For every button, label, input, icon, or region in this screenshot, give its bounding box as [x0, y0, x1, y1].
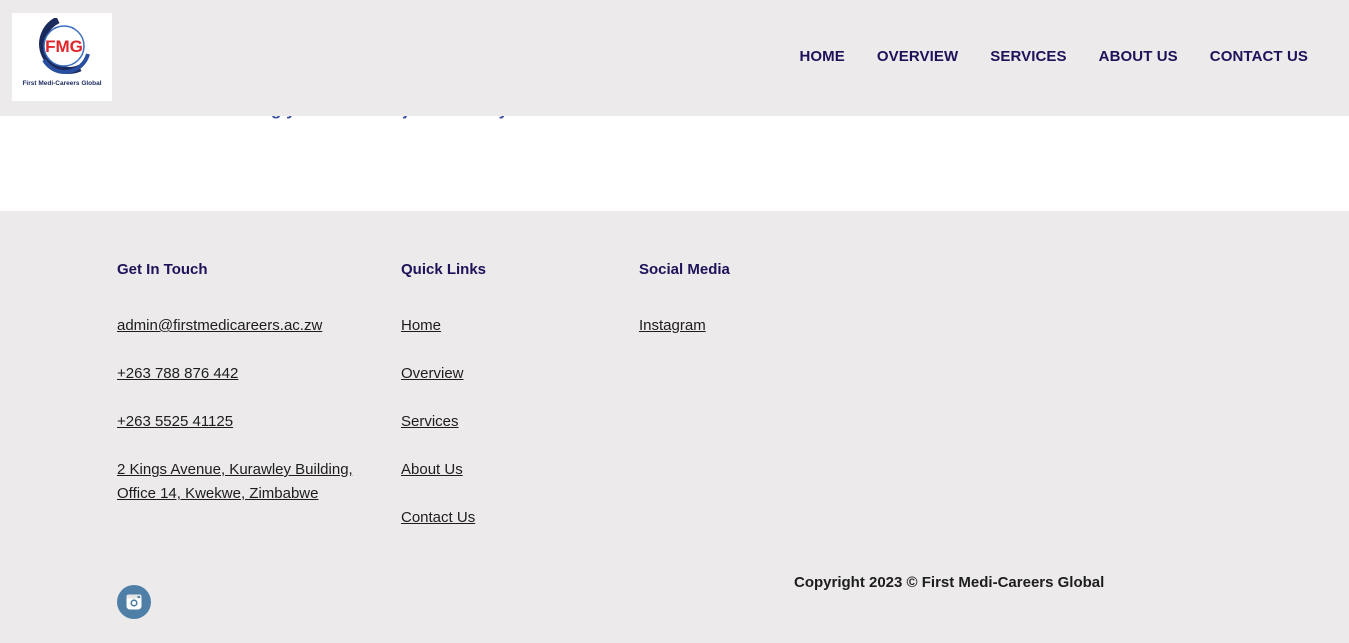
- contact-address-link[interactable]: 2 Kings Avenue, Kurawley Building, Offic…: [117, 458, 377, 506]
- social-heading: Social Media: [639, 261, 730, 278]
- nav-home[interactable]: HOME: [799, 48, 844, 65]
- footer-link-contact-us[interactable]: Contact Us: [401, 506, 486, 530]
- site-header: FMG First Medi-Careers Global HOME OVERV…: [0, 0, 1349, 116]
- site-logo[interactable]: FMG First Medi-Careers Global: [12, 13, 112, 101]
- nav-about-us[interactable]: ABOUT US: [1099, 48, 1178, 65]
- nav-overview[interactable]: OVERVIEW: [877, 48, 958, 65]
- main-nav: HOME OVERVIEW SERVICES ABOUT US CONTACT …: [799, 48, 1308, 65]
- contact-email-link[interactable]: admin@firstmedicareers.ac.zw: [117, 314, 377, 338]
- nav-contact-us[interactable]: CONTACT US: [1210, 48, 1308, 65]
- footer-link-services[interactable]: Services: [401, 410, 486, 434]
- logo-wordmark: First Medi-Careers Global: [22, 80, 102, 87]
- hero-section: [0, 116, 1349, 211]
- footer-link-about-us[interactable]: About Us: [401, 458, 486, 482]
- contact-heading: Get In Touch: [117, 261, 208, 278]
- quick-links-heading: Quick Links: [401, 261, 487, 278]
- copyright-text: Copyright 2023 © First Medi-Careers Glob…: [794, 574, 1105, 591]
- footer-link-overview[interactable]: Overview: [401, 362, 486, 386]
- footer-link-home[interactable]: Home: [401, 314, 486, 338]
- footer-quick-links-column: Quick Links Home Overview Services About…: [401, 261, 486, 554]
- contact-phone-2-link[interactable]: +263 5525 41125: [117, 410, 377, 434]
- nav-services[interactable]: SERVICES: [990, 48, 1066, 65]
- contact-phone-1-link[interactable]: +263 788 876 442: [117, 362, 377, 386]
- logo-initials: FMG: [45, 37, 83, 56]
- site-footer: Get In Touch admin@firstmedicareers.ac.z…: [0, 211, 1349, 643]
- footer-contact-column: Get In Touch admin@firstmedicareers.ac.z…: [117, 261, 377, 530]
- fmg-logo-icon: FMG: [39, 18, 90, 74]
- footer-social-column: Social Media Instagram: [639, 261, 730, 362]
- instagram-icon[interactable]: [117, 585, 151, 619]
- social-link-instagram[interactable]: Instagram: [639, 314, 730, 338]
